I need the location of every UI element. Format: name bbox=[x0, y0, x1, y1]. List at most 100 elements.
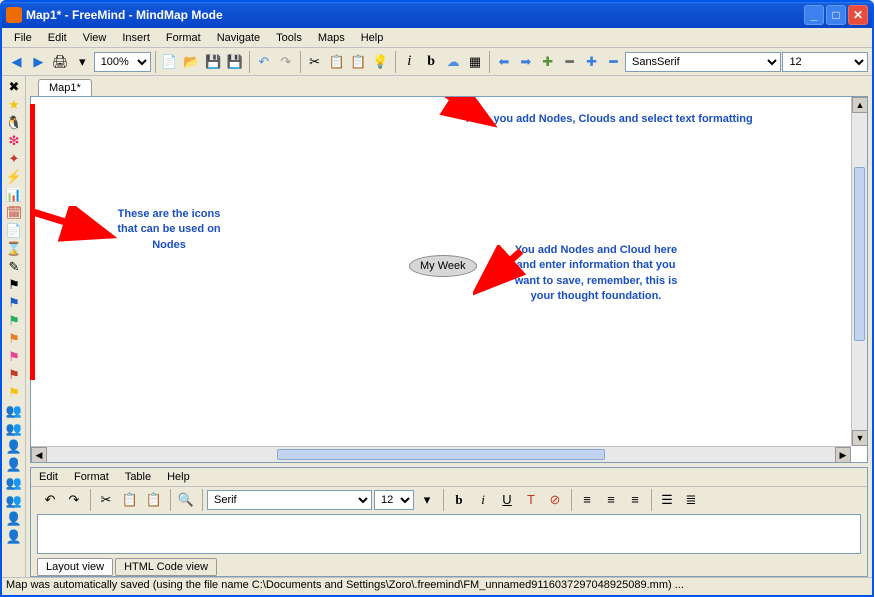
html-code-view-tab[interactable]: HTML Code view bbox=[115, 558, 217, 576]
chart-icon[interactable]: 📊 bbox=[5, 186, 23, 204]
remove-node-icon[interactable]: ━ bbox=[559, 51, 580, 73]
note-color-icon[interactable]: T bbox=[520, 489, 542, 511]
scroll-up-icon[interactable]: ▲ bbox=[852, 97, 868, 113]
note-paste-icon[interactable]: 📋 bbox=[143, 489, 165, 511]
flag-green-icon[interactable]: ⚑ bbox=[5, 312, 23, 330]
layout-view-tab[interactable]: Layout view bbox=[37, 558, 113, 576]
add-node-icon[interactable]: ✚ bbox=[537, 51, 558, 73]
root-node[interactable]: My Week bbox=[409, 255, 477, 277]
hourglass-icon[interactable]: ⌛ bbox=[5, 240, 23, 258]
flag-red-icon[interactable]: ⚑ bbox=[5, 366, 23, 384]
print-icon[interactable]: 🖨 bbox=[50, 51, 71, 73]
scroll-right-icon[interactable]: ▶ bbox=[835, 447, 851, 463]
note-undo-icon[interactable]: ↶ bbox=[39, 489, 61, 511]
titlebar[interactable]: Map1* - FreeMind - MindMap Mode _ □ ✕ bbox=[2, 2, 872, 28]
calendar-icon[interactable]: 🗓 bbox=[5, 204, 23, 222]
group1-icon[interactable]: 👥 bbox=[5, 474, 23, 492]
note-font-select[interactable]: Serif bbox=[207, 490, 372, 510]
people1-icon[interactable]: 👥 bbox=[5, 402, 23, 420]
preview-icon[interactable]: ▾ bbox=[72, 51, 93, 73]
menu-format[interactable]: Format bbox=[158, 30, 209, 46]
close-button[interactable]: ✕ bbox=[848, 5, 868, 25]
note-menu-format[interactable]: Format bbox=[74, 471, 109, 483]
font-family-select[interactable]: SansSerif bbox=[625, 52, 781, 72]
scroll-left-icon[interactable]: ◀ bbox=[31, 447, 47, 463]
menu-tools[interactable]: Tools bbox=[268, 30, 310, 46]
menu-edit[interactable]: Edit bbox=[40, 30, 75, 46]
menu-navigate[interactable]: Navigate bbox=[209, 30, 268, 46]
paste-icon[interactable]: 📋 bbox=[348, 51, 369, 73]
vertical-scrollbar[interactable]: ▲ ▼ bbox=[851, 97, 867, 446]
menu-view[interactable]: View bbox=[75, 30, 115, 46]
menu-file[interactable]: File bbox=[6, 30, 40, 46]
new-icon[interactable]: 📄 bbox=[159, 51, 180, 73]
note-cut-icon[interactable]: ✂ bbox=[95, 489, 117, 511]
menu-insert[interactable]: Insert bbox=[114, 30, 158, 46]
maximize-button[interactable]: □ bbox=[826, 5, 846, 25]
forward-button[interactable]: ▶ bbox=[28, 51, 49, 73]
document-tab[interactable]: Map1* bbox=[38, 79, 92, 96]
note-italic-button[interactable]: i bbox=[472, 489, 494, 511]
saveas-icon[interactable]: 💾 bbox=[225, 51, 246, 73]
bold-button[interactable]: b bbox=[421, 51, 442, 73]
note-text-area[interactable] bbox=[37, 514, 861, 554]
cut-icon[interactable]: ✂ bbox=[304, 51, 325, 73]
flag-blue-icon[interactable]: ⚑ bbox=[5, 294, 23, 312]
note-copy-icon[interactable]: 📋 bbox=[119, 489, 141, 511]
note-clear-format-icon[interactable]: ⊘ bbox=[544, 489, 566, 511]
cloud-icon[interactable]: ☁ bbox=[443, 51, 464, 73]
star-icon[interactable]: ★ bbox=[5, 96, 23, 114]
person-female-icon[interactable]: 👤 bbox=[5, 456, 23, 474]
bee-icon[interactable]: ✦ bbox=[5, 150, 23, 168]
note-underline-button[interactable]: U bbox=[496, 489, 518, 511]
note-icon[interactable]: 📄 bbox=[5, 222, 23, 240]
align-right-icon[interactable]: ≡ bbox=[624, 489, 646, 511]
scroll-down-icon[interactable]: ▼ bbox=[852, 430, 868, 446]
vscroll-thumb[interactable] bbox=[854, 167, 865, 342]
note-bold-button[interactable]: b bbox=[448, 489, 470, 511]
note-find-icon[interactable]: 🔍 bbox=[175, 489, 197, 511]
flag-yellow-icon[interactable]: ⚑ bbox=[5, 384, 23, 402]
flag-black-icon[interactable]: ⚑ bbox=[5, 276, 23, 294]
ordered-list-icon[interactable]: ☰ bbox=[656, 489, 678, 511]
note-menu-help[interactable]: Help bbox=[167, 471, 190, 483]
font-size-select[interactable]: 12 bbox=[782, 52, 867, 72]
zoom-select[interactable]: 100% bbox=[94, 52, 151, 72]
flag-pink-icon[interactable]: ⚑ bbox=[5, 348, 23, 366]
undo-icon[interactable]: ↶ bbox=[253, 51, 274, 73]
align-left-icon[interactable]: ≡ bbox=[576, 489, 598, 511]
back-button[interactable]: ◀ bbox=[6, 51, 27, 73]
redo-icon[interactable]: ↷ bbox=[275, 51, 296, 73]
note-menu-table[interactable]: Table bbox=[125, 471, 151, 483]
note-redo-icon[interactable]: ↷ bbox=[63, 489, 85, 511]
remove-child-icon[interactable]: ━ bbox=[603, 51, 624, 73]
note-fontsize-select[interactable]: 12 bbox=[374, 490, 414, 510]
hscroll-thumb[interactable] bbox=[277, 449, 605, 460]
flag-orange-icon[interactable]: ⚑ bbox=[5, 330, 23, 348]
idea-icon[interactable]: 💡 bbox=[370, 51, 391, 73]
person-male-icon[interactable]: 👤 bbox=[5, 438, 23, 456]
remove-icon-button[interactable]: ✖ bbox=[5, 78, 23, 96]
butterfly-icon[interactable]: ❇ bbox=[5, 132, 23, 150]
open-icon[interactable]: 📂 bbox=[181, 51, 202, 73]
save-icon[interactable]: 💾 bbox=[203, 51, 224, 73]
penguin-icon[interactable]: 🐧 bbox=[5, 114, 23, 132]
add-child-icon[interactable]: ✚ bbox=[581, 51, 602, 73]
person-green-icon[interactable]: 👤 bbox=[5, 510, 23, 528]
people2-icon[interactable]: 👥 bbox=[5, 420, 23, 438]
menu-maps[interactable]: Maps bbox=[310, 30, 353, 46]
link-icon[interactable]: ⚡ bbox=[5, 168, 23, 186]
mindmap-canvas[interactable]: My Week Here you add Nodes, Clouds and s… bbox=[31, 97, 851, 446]
nav-left-icon[interactable]: ⬅ bbox=[493, 51, 514, 73]
pencil-icon[interactable]: ✎ bbox=[5, 258, 23, 276]
unordered-list-icon[interactable]: ≣ bbox=[680, 489, 702, 511]
note-menu-edit[interactable]: Edit bbox=[39, 471, 58, 483]
group2-icon[interactable]: 👥 bbox=[5, 492, 23, 510]
copy-icon[interactable]: 📋 bbox=[326, 51, 347, 73]
italic-button[interactable]: i bbox=[399, 51, 420, 73]
align-center-icon[interactable]: ≡ bbox=[600, 489, 622, 511]
nav-right-icon[interactable]: ➡ bbox=[515, 51, 536, 73]
menu-help[interactable]: Help bbox=[353, 30, 392, 46]
person-orange-icon[interactable]: 👤 bbox=[5, 528, 23, 546]
minimize-button[interactable]: _ bbox=[804, 5, 824, 25]
